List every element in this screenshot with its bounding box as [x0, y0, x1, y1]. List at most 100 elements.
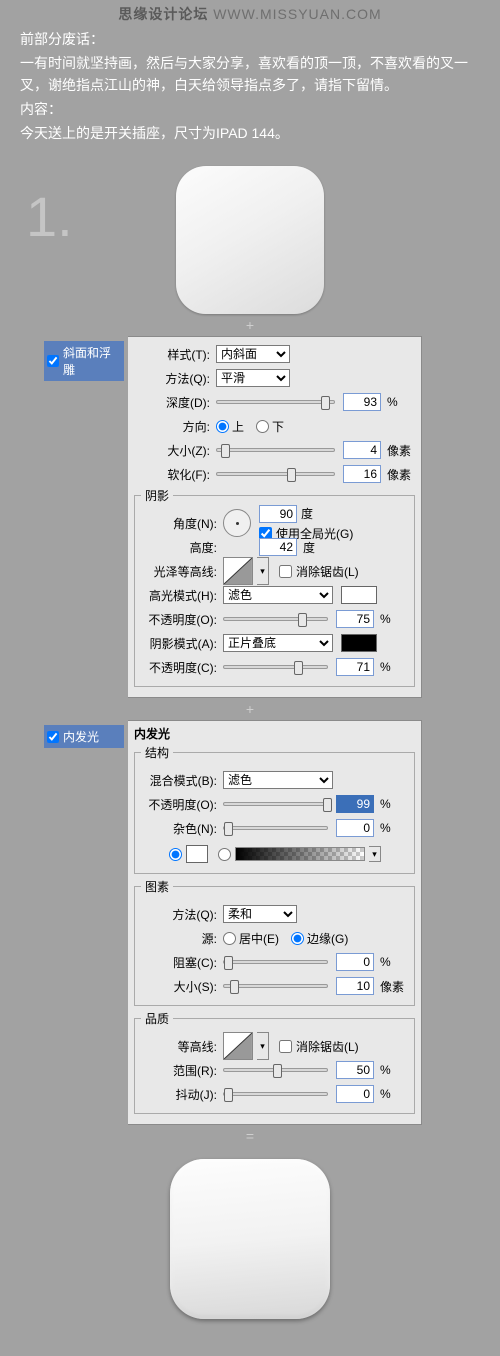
glow-checkbox[interactable] — [47, 731, 59, 743]
soften-label: 软化(F): — [134, 466, 210, 483]
shade-legend: 阴影 — [141, 487, 173, 504]
quality-aa-check[interactable]: 消除锯齿(L) — [279, 1038, 359, 1055]
quality-contour-dropdown-icon[interactable]: ▾ — [257, 1032, 269, 1060]
intro-l1: 前部分废话： — [20, 28, 480, 50]
plus-sep-2: + — [0, 698, 500, 720]
source-label: 源: — [141, 930, 217, 947]
intro-l4: 今天送上的是开关插座，尺寸为IPAD 144。 — [20, 122, 480, 144]
choke-label: 阻塞(C): — [141, 954, 217, 971]
jitter-value[interactable] — [336, 1085, 374, 1103]
gloss-label: 光泽等高线: — [141, 563, 217, 580]
intro-l2: 一有时间就坚持画，然后与大家分享，喜欢看的顶一顶，不喜欢看的叉一叉，谢绝指点江山… — [20, 52, 480, 96]
dir-label: 方向: — [134, 418, 210, 435]
watermark-url: WWW.MISSYUAN.COM — [213, 6, 381, 22]
shop-label: 不透明度(C): — [141, 659, 217, 676]
noise-slider[interactable] — [223, 826, 328, 830]
color-solid-radio[interactable] — [169, 845, 208, 863]
gloss-aa-check[interactable]: 消除锯齿(L) — [279, 563, 359, 580]
depth-slider[interactable] — [216, 400, 335, 404]
choke-slider[interactable] — [223, 960, 328, 964]
elements-fieldset: 图素 方法(Q): 柔和 源: 居中(E) 边缘(G) 阻塞(C): % 大小(… — [134, 878, 415, 1006]
jitter-label: 抖动(J): — [141, 1086, 217, 1103]
hl-color-swatch[interactable] — [341, 586, 377, 604]
glow-op-value[interactable] — [336, 795, 374, 813]
dir-up-radio[interactable]: 上 — [216, 418, 244, 435]
soften-value[interactable] — [343, 465, 381, 483]
tech-label: 方法(Q): — [141, 906, 217, 923]
shmode-combo[interactable]: 正片叠底 — [223, 634, 333, 652]
size-label: 大小(Z): — [134, 442, 210, 459]
range-unit: % — [380, 1063, 408, 1077]
angle-value[interactable] — [259, 505, 297, 523]
jitter-unit: % — [380, 1087, 408, 1101]
struct-fieldset: 结构 混合模式(B): 滤色 不透明度(O): % 杂色(N): % — [134, 744, 415, 874]
glow-size-unit: 像素 — [380, 978, 408, 995]
plus-sep-1: + — [0, 314, 500, 336]
dir-down-radio[interactable]: 下 — [256, 418, 284, 435]
range-label: 范围(R): — [141, 1062, 217, 1079]
noise-label: 杂色(N): — [141, 820, 217, 837]
size-value[interactable] — [343, 441, 381, 459]
size-slider[interactable] — [216, 448, 335, 452]
hlop-slider[interactable] — [223, 617, 328, 621]
bevel-tag-inner[interactable]: 斜面和浮雕 — [44, 341, 124, 381]
hlop-value[interactable] — [336, 610, 374, 628]
quality-fieldset: 品质 等高线: ▾ 消除锯齿(L) 范围(R): % 抖动(J): — [134, 1010, 415, 1114]
shmode-label: 阴影模式(A): — [141, 635, 217, 652]
bevel-title: 斜面和浮雕 — [63, 344, 121, 378]
shade-fieldset: 阴影 角度(N): 度 使用全局光(G) 高度: — [134, 487, 415, 687]
color-gradient-radio[interactable]: ▾ — [218, 846, 391, 862]
glow-tag: 内发光 — [40, 720, 128, 1125]
glow-title: 内发光 — [63, 728, 99, 745]
rounded-rect-icon-bottom — [170, 1159, 330, 1319]
source-center-radio[interactable]: 居中(E) — [223, 930, 279, 947]
gradient-bar[interactable] — [235, 847, 365, 861]
glow-color-swatch[interactable] — [186, 845, 208, 863]
gloss-contour[interactable] — [223, 557, 253, 585]
source-edge-radio[interactable]: 边缘(G) — [291, 930, 348, 947]
blend-label: 混合模式(B): — [141, 772, 217, 789]
quality-legend: 品质 — [141, 1010, 173, 1027]
hlmode-label: 高光模式(H): — [141, 587, 217, 604]
gloss-dropdown-icon[interactable]: ▾ — [257, 557, 269, 585]
range-value[interactable] — [336, 1061, 374, 1079]
glow-size-value[interactable] — [336, 977, 374, 995]
bevel-checkbox[interactable] — [47, 355, 59, 367]
glow-size-label: 大小(S): — [141, 978, 217, 995]
jitter-slider[interactable] — [223, 1092, 328, 1096]
shop-slider[interactable] — [223, 665, 328, 669]
watermark: 思缘设计论坛 WWW.MISSYUAN.COM — [0, 4, 500, 24]
noise-value[interactable] — [336, 819, 374, 837]
method-combo[interactable]: 平滑 — [216, 369, 290, 387]
blend-combo[interactable]: 滤色 — [223, 771, 333, 789]
elements-legend: 图素 — [141, 878, 173, 895]
glow-size-slider[interactable] — [223, 984, 328, 988]
equals-sep: = — [0, 1125, 500, 1147]
choke-value[interactable] — [336, 953, 374, 971]
alt-label: 高度: — [141, 539, 217, 556]
bevel-emboss-panel: 斜面和浮雕 样式(T): 内斜面 方法(Q): 平滑 深度(D): % 方向: … — [40, 336, 422, 698]
sh-color-swatch[interactable] — [341, 634, 377, 652]
hlop-unit: % — [380, 612, 408, 626]
soften-slider[interactable] — [216, 472, 335, 476]
hlmode-combo[interactable]: 滤色 — [223, 586, 333, 604]
depth-unit: % — [387, 395, 415, 409]
style-combo[interactable]: 内斜面 — [216, 345, 290, 363]
shop-value[interactable] — [336, 658, 374, 676]
alt-value[interactable] — [259, 538, 297, 556]
tech-combo[interactable]: 柔和 — [223, 905, 297, 923]
gradient-dropdown-icon[interactable]: ▾ — [369, 846, 381, 862]
angle-unit: 度 — [301, 505, 313, 522]
shop-unit: % — [380, 660, 408, 674]
quality-contour[interactable] — [223, 1032, 253, 1060]
struct-legend: 结构 — [141, 744, 173, 761]
watermark-bold: 思缘设计论坛 — [118, 6, 208, 22]
depth-value[interactable] — [343, 393, 381, 411]
glow-tag-inner[interactable]: 内发光 — [44, 725, 124, 748]
glow-op-unit: % — [380, 797, 408, 811]
contour-label: 等高线: — [141, 1038, 217, 1055]
angle-dial[interactable] — [223, 509, 251, 537]
glow-op-slider[interactable] — [223, 802, 328, 806]
style-label: 样式(T): — [134, 346, 210, 363]
range-slider[interactable] — [223, 1068, 328, 1072]
